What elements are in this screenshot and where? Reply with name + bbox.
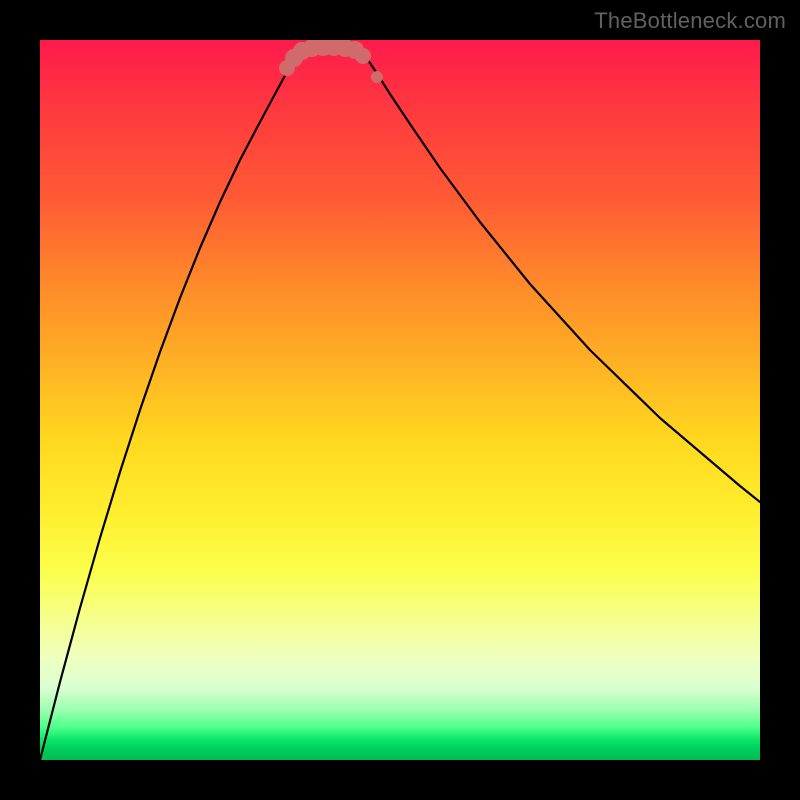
chart-frame: TheBottleneck.com — [0, 0, 800, 800]
curve-right — [360, 48, 760, 502]
chart-svg — [40, 40, 760, 760]
marker-dots — [279, 40, 383, 83]
watermark-text: TheBottleneck.com — [594, 8, 786, 34]
marker-dot — [355, 48, 371, 64]
curve-left — [40, 48, 303, 760]
plot-area — [40, 40, 760, 760]
marker-dot — [371, 71, 383, 83]
